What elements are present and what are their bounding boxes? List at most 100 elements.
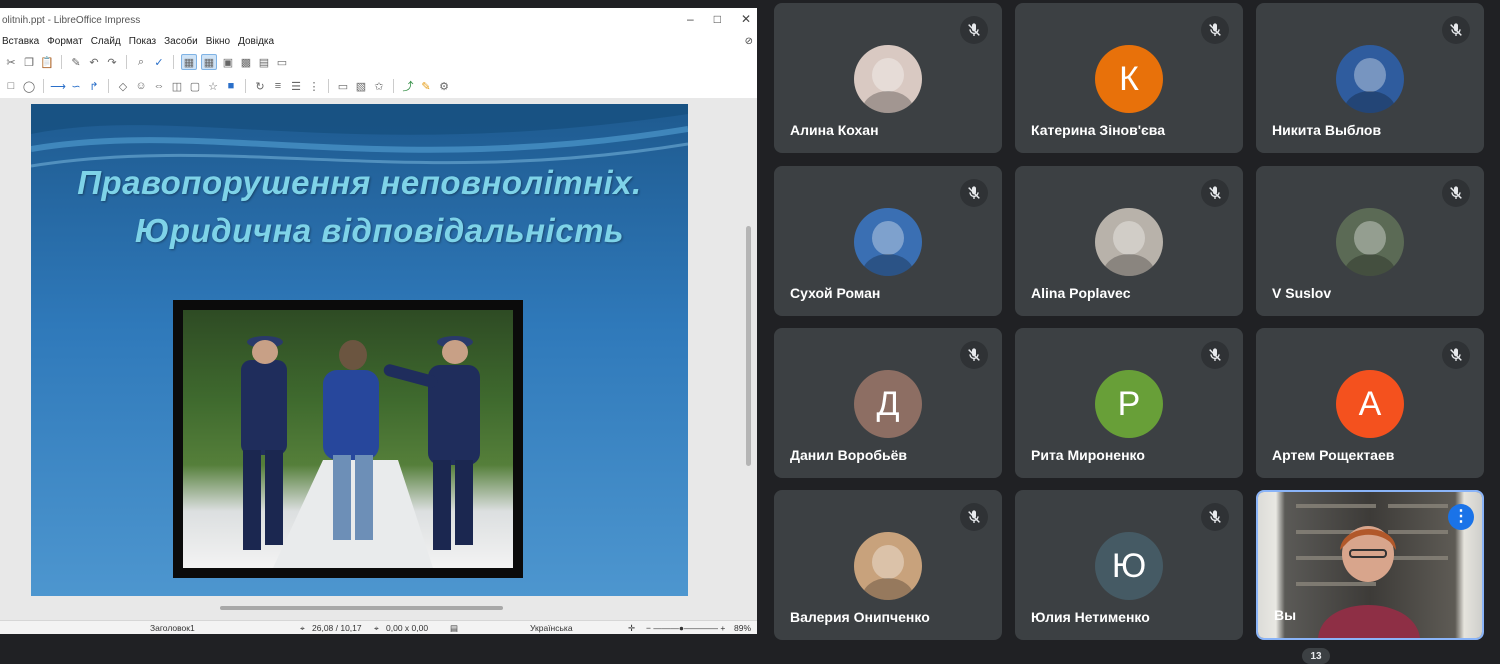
basic-shapes-icon[interactable]: ◇ bbox=[116, 79, 130, 93]
slide-canvas[interactable]: Правопорушення неповнолітніх. Юридична в… bbox=[31, 104, 688, 596]
copy-icon[interactable]: ❐ bbox=[22, 55, 36, 69]
participant-tile[interactable]: Р Рита Мироненко bbox=[1015, 328, 1243, 478]
close-icon[interactable]: ✕ bbox=[741, 12, 751, 26]
status-size: 0,00 x 0,00 bbox=[386, 623, 429, 633]
menu-help[interactable]: Довідка bbox=[236, 36, 280, 47]
table-icon[interactable]: ▣ bbox=[221, 55, 235, 69]
status-bar: Заголовок1 ⌖ 26,08 / 10,17 ⌖ 0,00 x 0,00… bbox=[0, 620, 757, 634]
avatar bbox=[854, 208, 922, 276]
drawing-toolbar: □ ◯ ⟶ ∽ ↱ ◇ ☺ ⇔ ◫ ▢ ☆ ■ ↻ ≡ ☰ ⋮ ▭ ▧ ✩ ⤴ … bbox=[0, 74, 757, 98]
participant-tile[interactable]: Валерия Онипченко bbox=[774, 490, 1002, 640]
status-zoom[interactable]: 89% bbox=[734, 623, 751, 633]
window-titlebar: olitnih.ppt - LibreOffice Impress – □ ✕ bbox=[0, 8, 757, 32]
avatar bbox=[1336, 45, 1404, 113]
horizontal-scrollbar[interactable] bbox=[0, 604, 745, 612]
flowchart-icon[interactable]: ◫ bbox=[170, 79, 184, 93]
arrange-icon[interactable]: ☰ bbox=[289, 79, 303, 93]
redo-icon[interactable]: ↷ bbox=[105, 55, 119, 69]
slide-photo-frame bbox=[173, 300, 523, 578]
avatar bbox=[1336, 208, 1404, 276]
mic-off-icon bbox=[1442, 341, 1470, 369]
clone-format-icon[interactable]: ✎ bbox=[69, 55, 83, 69]
paste-icon[interactable]: 📋 bbox=[40, 55, 54, 69]
participant-name: Вы bbox=[1274, 607, 1297, 623]
find-replace-icon[interactable]: ⌕ bbox=[134, 55, 148, 69]
menu-slide[interactable]: Слайд bbox=[89, 36, 127, 47]
avatar bbox=[854, 45, 922, 113]
close-document-icon[interactable]: ⊘ bbox=[745, 36, 753, 47]
textbox-icon[interactable]: ▭ bbox=[275, 55, 289, 69]
filter-icon[interactable]: ✩ bbox=[372, 79, 386, 93]
window-title: olitnih.ppt - LibreOffice Impress bbox=[2, 14, 141, 26]
glue-points-icon[interactable]: ✎ bbox=[419, 79, 433, 93]
image-icon[interactable]: ▩ bbox=[239, 55, 253, 69]
crop-icon[interactable]: ▧ bbox=[354, 79, 368, 93]
undo-icon[interactable]: ↶ bbox=[87, 55, 101, 69]
participant-tile[interactable]: Сухой Роман bbox=[774, 166, 1002, 316]
slide-workarea: Правопорушення неповнолітніх. Юридична в… bbox=[0, 98, 757, 620]
participant-name: Валерия Онипченко bbox=[790, 609, 930, 625]
shared-screen: olitnih.ppt - LibreOffice Impress – □ ✕ … bbox=[0, 8, 757, 634]
participant-tile[interactable]: Д Данил Воробьёв bbox=[774, 328, 1002, 478]
standard-toolbar: ✂ ❐ 📋 ✎ ↶ ↷ ⌕ ✓ ▦ ▦ ▣ ▩ ▤ ▭ bbox=[0, 50, 757, 74]
grid-icon[interactable]: ▦ bbox=[181, 54, 197, 70]
curve-icon[interactable]: ∽ bbox=[69, 79, 83, 93]
chart-icon[interactable]: ▤ bbox=[257, 55, 271, 69]
status-position: 26,08 / 10,17 bbox=[312, 623, 362, 633]
points-icon[interactable]: ⤴ bbox=[401, 79, 415, 93]
status-language[interactable]: Українська bbox=[530, 623, 573, 633]
fit-slide-icon[interactable]: ✛ bbox=[628, 623, 635, 634]
menu-bar: Вставка Формат Слайд Показ Засоби Вікно … bbox=[0, 32, 757, 50]
toggle-extrusion-icon[interactable]: ⚙ bbox=[437, 79, 451, 93]
block-arrows-icon[interactable]: ⇔ bbox=[152, 79, 166, 93]
mic-off-icon bbox=[960, 16, 988, 44]
slide-title-line2: Юридична відповідальність bbox=[134, 212, 625, 249]
participant-tile[interactable]: А Артем Рощектаев bbox=[1256, 328, 1484, 478]
distribute-icon[interactable]: ⋮ bbox=[307, 79, 321, 93]
avatar: Р bbox=[1095, 370, 1163, 438]
maximize-icon[interactable]: □ bbox=[714, 12, 721, 26]
helplines-icon[interactable]: ▦ bbox=[201, 54, 217, 70]
connector-icon[interactable]: ↱ bbox=[87, 79, 101, 93]
rotate-icon[interactable]: ↻ bbox=[253, 79, 267, 93]
rectangle-icon[interactable]: □ bbox=[4, 79, 18, 93]
participant-name: Никита Выблов bbox=[1272, 122, 1382, 138]
menu-window[interactable]: Вікно bbox=[204, 36, 236, 47]
self-tile[interactable]: ⋮ Вы bbox=[1256, 490, 1484, 640]
more-options-icon[interactable]: ⋮ bbox=[1448, 504, 1474, 530]
participant-tile[interactable]: Алина Кохан bbox=[774, 3, 1002, 153]
minimize-icon[interactable]: – bbox=[687, 12, 694, 26]
symbol-shapes-icon[interactable]: ☺ bbox=[134, 79, 148, 93]
participant-name: V Suslov bbox=[1272, 285, 1332, 301]
avatar bbox=[854, 532, 922, 600]
participant-tile[interactable]: Alina Poplavec bbox=[1015, 166, 1243, 316]
spellcheck-icon[interactable]: ✓ bbox=[152, 55, 166, 69]
menu-format[interactable]: Формат bbox=[45, 36, 89, 47]
stars-icon[interactable]: ☆ bbox=[206, 79, 220, 93]
mic-off-icon bbox=[1201, 341, 1229, 369]
participant-tile[interactable]: V Suslov bbox=[1256, 166, 1484, 316]
callouts-icon[interactable]: ▢ bbox=[188, 79, 202, 93]
menu-insert[interactable]: Вставка bbox=[0, 36, 45, 47]
menu-tools[interactable]: Засоби bbox=[162, 36, 204, 47]
participant-tile[interactable]: К Катерина Зінов'єва bbox=[1015, 3, 1243, 153]
menu-slideshow[interactable]: Показ bbox=[127, 36, 162, 47]
participant-tile[interactable]: Никита Выблов bbox=[1256, 3, 1484, 153]
position-icon: ⌖ bbox=[300, 623, 305, 633]
participant-name: Данил Воробьёв bbox=[790, 447, 908, 463]
avatar: К bbox=[1095, 45, 1163, 113]
participant-name: Артем Рощектаев bbox=[1272, 447, 1395, 463]
size-icon: ⌖ bbox=[374, 623, 379, 633]
zoom-slider[interactable]: − ―――●―――― + bbox=[646, 623, 725, 633]
shadow-icon[interactable]: ▭ bbox=[336, 79, 350, 93]
align-icon[interactable]: ≡ bbox=[271, 79, 285, 93]
vertical-scrollbar[interactable] bbox=[744, 98, 754, 598]
mic-off-icon bbox=[1201, 179, 1229, 207]
ellipse-icon[interactable]: ◯ bbox=[22, 79, 36, 93]
participant-tile[interactable]: Ю Юлия Нетименко bbox=[1015, 490, 1243, 640]
line-icon[interactable]: ⟶ bbox=[50, 79, 66, 93]
cut-icon[interactable]: ✂ bbox=[4, 55, 18, 69]
3d-objects-icon[interactable]: ■ bbox=[224, 79, 238, 93]
document-modified-icon[interactable]: ▤ bbox=[450, 623, 458, 634]
participant-name: Алина Кохан bbox=[790, 122, 879, 138]
